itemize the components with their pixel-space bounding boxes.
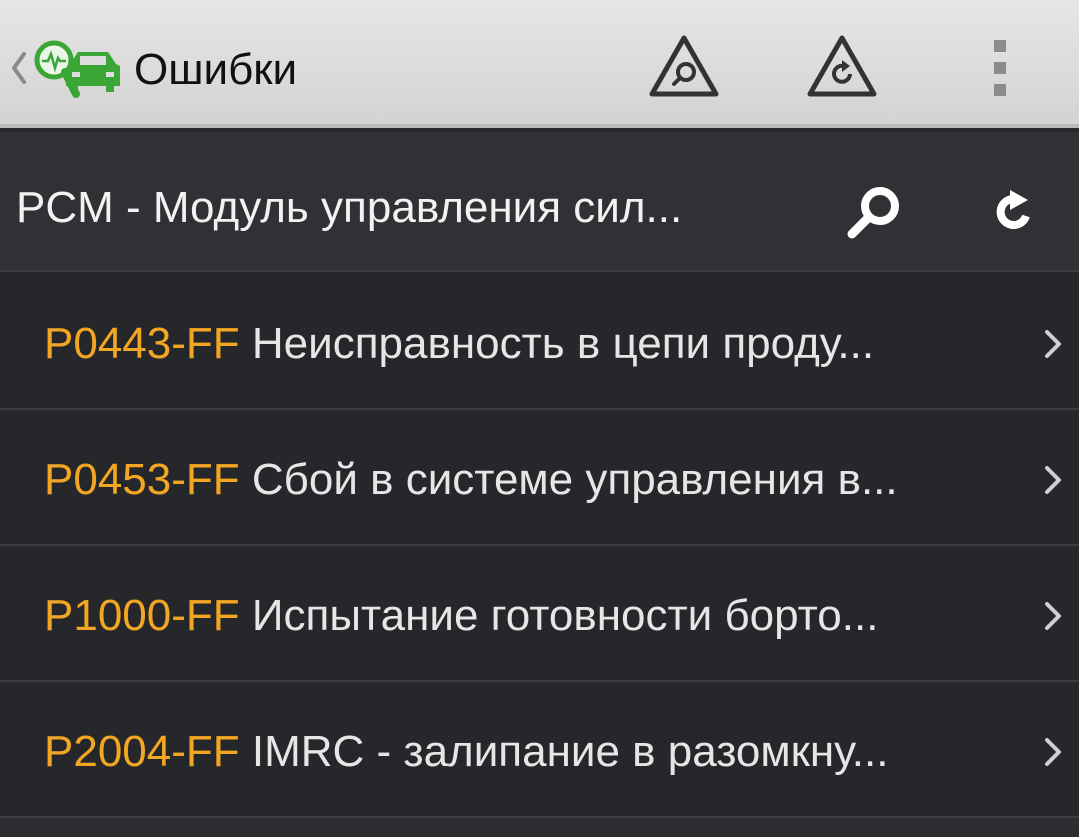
car-diagnostics-icon[interactable] bbox=[30, 36, 122, 104]
warning-refresh-icon[interactable] bbox=[804, 30, 880, 104]
fault-description: Неисправность в цепи проду... bbox=[251, 319, 875, 368]
warning-search-icon[interactable] bbox=[646, 30, 722, 104]
fault-code: P0453-FF bbox=[44, 455, 240, 504]
search-icon[interactable] bbox=[842, 180, 906, 244]
list-bottom-divider bbox=[0, 818, 1079, 837]
refresh-icon[interactable] bbox=[982, 180, 1046, 244]
fault-description: Испытание готовности борто... bbox=[251, 591, 879, 640]
module-title[interactable]: PCM - Модуль управления сил... bbox=[16, 182, 682, 234]
fault-code: P2004-FF bbox=[44, 727, 240, 776]
page-title: Ошибки bbox=[134, 45, 298, 94]
fault-description: IMRC - залипание в разомкну... bbox=[251, 727, 889, 776]
fault-list: P0443-FF Неисправность в цепи проду... P… bbox=[0, 274, 1079, 818]
list-item[interactable]: P0443-FF Неисправность в цепи проду... bbox=[0, 274, 1079, 410]
module-header: PCM - Модуль управления сил... bbox=[0, 132, 1079, 272]
list-item[interactable]: P2004-FF IMRC - залипание в разомкну... bbox=[0, 682, 1079, 818]
list-item[interactable]: P0453-FF Сбой в системе управления в... bbox=[0, 410, 1079, 546]
action-bar: Ошибки bbox=[0, 0, 1079, 128]
list-item[interactable]: P1000-FF Испытание готовности борто... bbox=[0, 546, 1079, 682]
overflow-menu-icon[interactable] bbox=[980, 36, 1020, 100]
chevron-right-icon bbox=[1045, 330, 1061, 358]
chevron-right-icon bbox=[1045, 738, 1061, 766]
chevron-right-icon bbox=[1045, 602, 1061, 630]
chevron-left-icon[interactable] bbox=[8, 46, 30, 90]
fault-code: P0443-FF bbox=[44, 319, 240, 368]
fault-description: Сбой в системе управления в... bbox=[251, 455, 898, 504]
chevron-right-icon bbox=[1045, 466, 1061, 494]
fault-code: P1000-FF bbox=[44, 591, 240, 640]
